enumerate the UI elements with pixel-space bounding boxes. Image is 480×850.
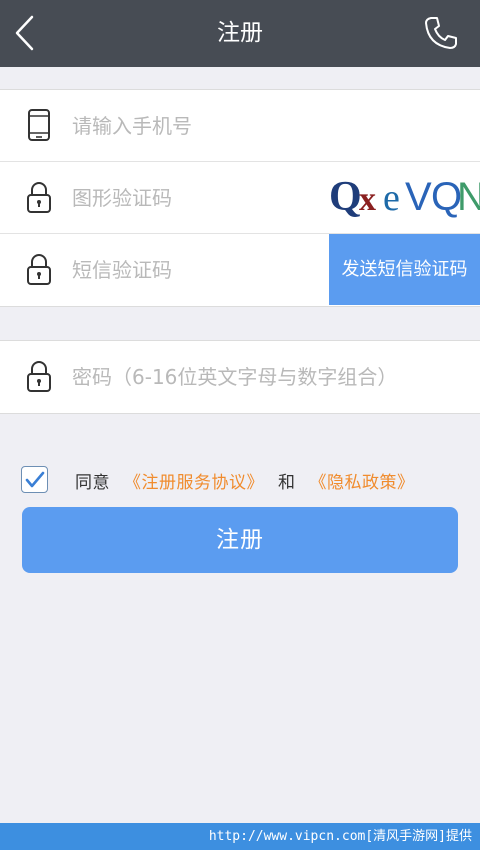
chevron-left-icon	[15, 15, 34, 51]
top-bar: 注册	[0, 0, 480, 67]
page-title: 注册	[217, 20, 263, 46]
svg-text:V: V	[405, 175, 432, 219]
sms-row: 发送短信验证码	[0, 234, 480, 306]
captcha-row: Q x e V Q N	[0, 162, 480, 234]
checkmark-icon	[25, 471, 45, 488]
send-sms-button[interactable]: 发送短信验证码	[329, 234, 480, 305]
svg-text:e: e	[383, 177, 400, 219]
svg-text:x: x	[359, 181, 376, 218]
call-button[interactable]	[422, 14, 460, 52]
verification-group: Q x e V Q N 发送短信验证码	[0, 89, 480, 307]
svg-text:N: N	[457, 175, 480, 219]
captcha-input[interactable]	[72, 162, 322, 233]
mobile-icon	[28, 109, 50, 141]
terms-link[interactable]: 《注册服务协议》	[124, 473, 264, 493]
agreement-text: 同意 《注册服务协议》和《隐私政策》	[75, 468, 415, 493]
watermark-bar: http://www.vipcn.com[清风手游网]提供	[0, 823, 480, 850]
password-input[interactable]	[72, 341, 472, 412]
lock-icon	[27, 254, 51, 285]
phone-row	[0, 90, 480, 162]
captcha-image[interactable]: Q x e V Q N	[329, 162, 480, 233]
agree-prefix: 同意	[75, 473, 110, 493]
agree-checkbox[interactable]	[21, 466, 48, 493]
agreement-row: 同意 《注册服务协议》和《隐私政策》	[21, 464, 461, 496]
lock-icon	[27, 361, 51, 392]
privacy-link[interactable]: 《隐私政策》	[310, 473, 415, 493]
sms-code-input[interactable]	[72, 234, 322, 305]
password-row	[0, 341, 480, 413]
register-button[interactable]: 注册	[22, 507, 458, 573]
svg-text:Q: Q	[329, 174, 362, 220]
phone-icon	[425, 17, 457, 49]
phone-input[interactable]	[72, 90, 462, 161]
lock-icon	[27, 182, 51, 213]
password-group	[0, 340, 480, 414]
back-button[interactable]	[12, 14, 42, 52]
agree-conjunction: 和	[278, 473, 296, 493]
